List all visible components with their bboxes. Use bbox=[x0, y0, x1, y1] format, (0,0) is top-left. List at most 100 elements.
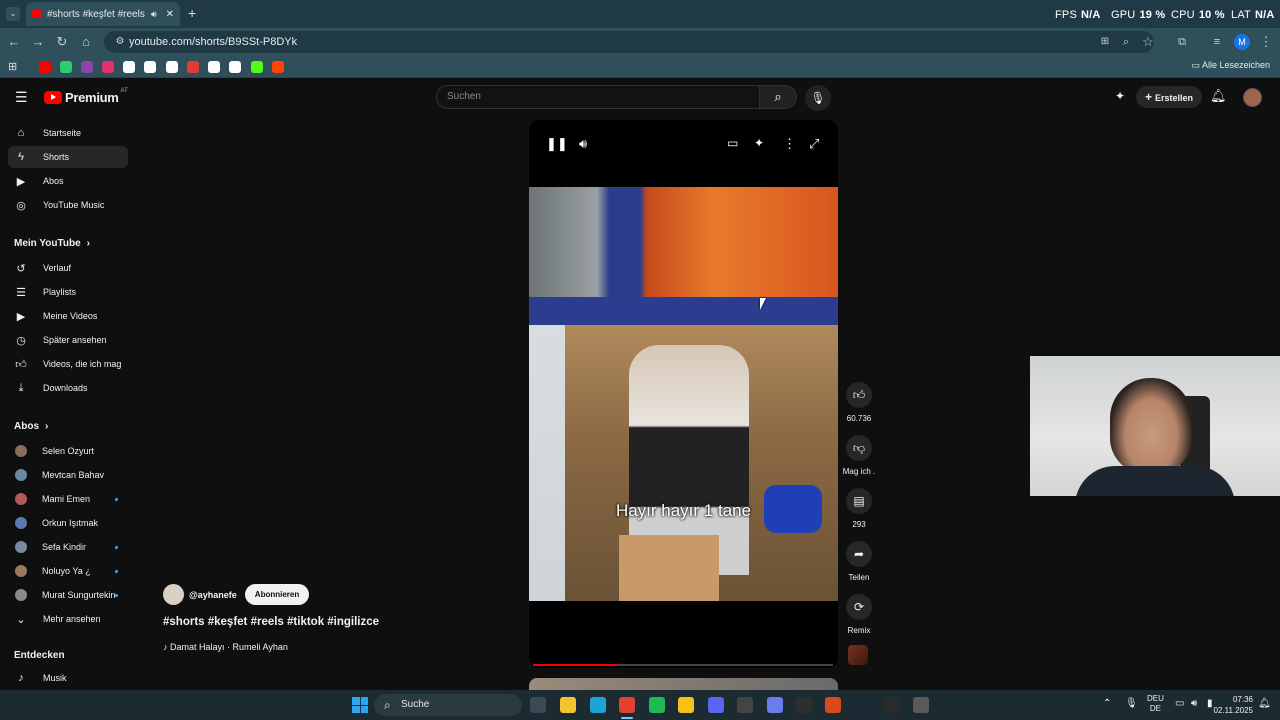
task-view-icon[interactable] bbox=[530, 697, 546, 713]
sidebar-item-history[interactable]: ↺ Verlauf bbox=[8, 257, 128, 279]
like-action[interactable]: 👍︎ 60.736 bbox=[845, 382, 873, 423]
sidebar-item-playlists[interactable]: ☰ Playlists bbox=[8, 281, 128, 303]
app-icon[interactable] bbox=[678, 697, 694, 713]
bookmark-icon[interactable] bbox=[272, 61, 284, 73]
share-action[interactable]: ➦ Teilen bbox=[845, 541, 873, 582]
chrome-icon[interactable] bbox=[619, 697, 635, 713]
dislike-action[interactable]: 👎︎ Mag ich . bbox=[843, 435, 875, 476]
search-button[interactable]: ⌕ bbox=[759, 85, 797, 109]
browser-tab[interactable]: #shorts #keşfet #reels #tiktok 🔊︎ ✕ bbox=[26, 2, 180, 26]
app-icon[interactable] bbox=[913, 697, 929, 713]
close-tab-icon[interactable]: ✕ bbox=[166, 9, 174, 20]
shorts-create-icon[interactable]: ✦ bbox=[1115, 89, 1125, 103]
sidebar-item-my-videos[interactable]: ▶ Meine Videos bbox=[8, 305, 128, 327]
app-icon[interactable] bbox=[825, 697, 841, 713]
bookmark-icon[interactable] bbox=[144, 61, 156, 73]
forward-icon[interactable]: → bbox=[30, 34, 46, 50]
show-more-button[interactable]: ⌄ Mehr ansehen bbox=[8, 608, 128, 630]
hamburger-menu-icon[interactable]: ☰ bbox=[15, 89, 28, 106]
shorts-video-player[interactable]: ❚❚ 🔊︎ ▭ ✦ ⋮ ⤢ Hayır hayır 1 tane bbox=[529, 120, 838, 668]
notifications-icon[interactable]: 🔔︎ bbox=[1258, 698, 1271, 709]
zoom-icon[interactable]: ⌕ bbox=[1118, 34, 1134, 50]
speaker-icon[interactable]: 🔊︎ bbox=[151, 9, 157, 20]
bookmark-icon[interactable] bbox=[102, 61, 114, 73]
extensions-icon[interactable]: ⧉ bbox=[1174, 34, 1190, 50]
spotify-icon[interactable] bbox=[649, 697, 665, 713]
notifications-bell-icon[interactable]: 🔔︎ bbox=[1210, 88, 1227, 104]
home-browser-icon[interactable]: ⌂ bbox=[78, 34, 94, 50]
short-sound[interactable]: ♪ Damat Halayı · Rumeli Ayhan bbox=[163, 642, 288, 652]
sidebar-item-musik[interactable]: ♪ Musik bbox=[8, 667, 128, 689]
media-control-icon[interactable]: ≡ bbox=[1209, 34, 1225, 50]
remix-action[interactable]: ⟳ Remix bbox=[845, 594, 873, 635]
create-button[interactable]: + Erstellen bbox=[1136, 86, 1202, 108]
subscribe-button[interactable]: Abonnieren bbox=[244, 584, 310, 605]
language-indicator[interactable]: DEU DE bbox=[1147, 694, 1164, 714]
network-icon[interactable]: ▭ bbox=[1175, 698, 1184, 709]
reload-icon[interactable]: ↻ bbox=[54, 34, 70, 50]
pause-icon[interactable]: ❚❚ bbox=[546, 136, 568, 152]
windows-start-icon[interactable] bbox=[352, 697, 368, 713]
voice-search-button[interactable]: 🎙︎ bbox=[805, 85, 831, 111]
epic-games-icon[interactable] bbox=[883, 697, 899, 713]
sidebar-item-watch-later[interactable]: ◷ Später ansehen bbox=[8, 329, 128, 351]
video-progress-bar[interactable] bbox=[533, 664, 833, 666]
bookmark-icon[interactable] bbox=[251, 61, 263, 73]
sidebar-item-liked-videos[interactable]: 👍︎ Videos, die ich mag bbox=[8, 353, 128, 375]
sidebar-item-abos[interactable]: ▶ Abos bbox=[8, 170, 128, 192]
app-icon[interactable] bbox=[796, 697, 812, 713]
subscription-item[interactable]: Noluyo Ya ¿ bbox=[8, 560, 128, 582]
share-icon[interactable]: ➦ bbox=[846, 541, 872, 567]
subscription-item[interactable]: Mevtcan Bahav bbox=[8, 464, 128, 486]
app-icon[interactable] bbox=[767, 697, 783, 713]
edge-icon[interactable] bbox=[590, 697, 606, 713]
tray-chevron-icon[interactable]: ⌃ bbox=[1103, 698, 1111, 709]
profile-avatar[interactable]: M bbox=[1234, 34, 1250, 50]
discord-icon[interactable] bbox=[708, 697, 724, 713]
url-field[interactable]: youtube.com/shorts/B9SSt-P8DYk bbox=[104, 31, 1154, 53]
install-app-icon[interactable]: ⊞ bbox=[1097, 34, 1113, 50]
all-bookmarks-link[interactable]: ▭ Alle Lesezeichen bbox=[1191, 60, 1270, 71]
remix-icon[interactable]: ⟳ bbox=[846, 594, 872, 620]
short-title[interactable]: #shorts #keşfet #reels #tiktok #ingilizc… bbox=[163, 616, 379, 628]
taskbar-search[interactable]: ⌕ Suche bbox=[374, 694, 522, 716]
search-input[interactable]: Suchen bbox=[436, 85, 760, 109]
subscription-item[interactable]: Murat Sungurtekin bbox=[8, 584, 128, 606]
volume-icon[interactable]: 🔊︎ bbox=[579, 136, 587, 152]
bookmark-icon[interactable] bbox=[229, 61, 241, 73]
thumbs-up-icon[interactable]: 👍︎ bbox=[846, 382, 872, 408]
more-options-icon[interactable]: ⋮ bbox=[783, 136, 796, 152]
channel-name[interactable]: @ayhanefe bbox=[189, 590, 237, 600]
steam-icon[interactable] bbox=[854, 697, 870, 713]
clock[interactable]: 07:36 02.11.2025 bbox=[1213, 694, 1253, 716]
sidebar-item-startseite[interactable]: ⌂ Startseite bbox=[8, 122, 128, 144]
bookmark-star-icon[interactable]: ☆ bbox=[1140, 34, 1156, 50]
sound-thumbnail[interactable] bbox=[848, 645, 868, 665]
sidebar-item-shorts[interactable]: ϟ Shorts bbox=[8, 146, 128, 168]
file-explorer-icon[interactable] bbox=[560, 697, 576, 713]
captions-icon[interactable]: ▭ bbox=[727, 136, 738, 150]
new-tab-icon[interactable]: + bbox=[188, 5, 196, 21]
thumbs-down-icon[interactable]: 👎︎ bbox=[846, 435, 872, 461]
sidebar-item-downloads[interactable]: ⤓ Downloads bbox=[8, 377, 128, 399]
apps-grid-icon[interactable]: ⊞ bbox=[8, 60, 17, 73]
next-video-preview[interactable] bbox=[529, 678, 838, 690]
sidebar-item-youtube-music[interactable]: ◎ YouTube Music bbox=[8, 194, 128, 216]
shorts-settings-icon[interactable]: ✦ bbox=[754, 136, 764, 150]
bookmark-icon[interactable] bbox=[123, 61, 135, 73]
bookmark-icon[interactable] bbox=[208, 61, 220, 73]
bookmark-icon[interactable] bbox=[60, 61, 72, 73]
tab-search-icon[interactable]: ⌄ bbox=[6, 7, 20, 21]
battery-icon[interactable]: ▮ bbox=[1207, 698, 1213, 709]
youtube-logo[interactable]: Premium AT bbox=[44, 88, 128, 105]
bookmark-icon[interactable] bbox=[39, 61, 51, 73]
site-info-icon[interactable]: ⚙ bbox=[112, 34, 128, 50]
bookmark-icon[interactable] bbox=[81, 61, 93, 73]
subscription-item[interactable]: Orkun Işıtmak bbox=[8, 512, 128, 534]
section-mein-youtube[interactable]: Mein YouTube › bbox=[14, 238, 90, 249]
bookmark-icon[interactable] bbox=[166, 61, 178, 73]
section-abos[interactable]: Abos › bbox=[14, 421, 48, 432]
channel-avatar[interactable] bbox=[163, 584, 184, 605]
subscription-item[interactable]: Selen Ozyurt bbox=[8, 440, 128, 462]
obs-icon[interactable] bbox=[737, 697, 753, 713]
